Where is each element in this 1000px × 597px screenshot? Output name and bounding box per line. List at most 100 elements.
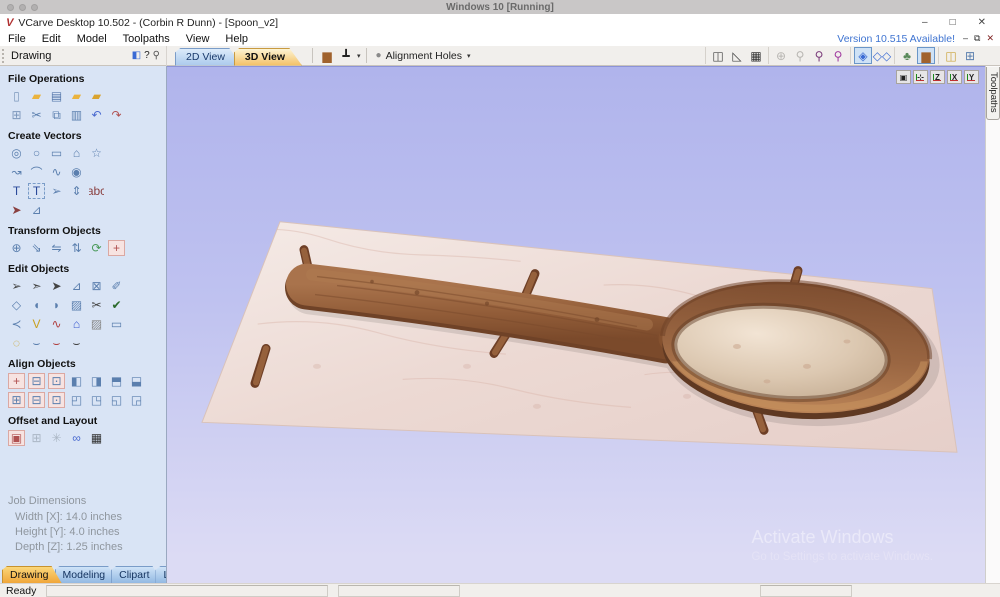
mdi-minimize-button[interactable]: –	[963, 33, 968, 44]
open-recent-icon[interactable]: ▰	[68, 88, 85, 104]
zoom-box-icon[interactable]: ⚲	[810, 47, 828, 64]
align-stack-v-icon[interactable]: ◱	[108, 392, 125, 408]
vector-boolean-icon[interactable]: ✂	[88, 297, 105, 313]
minimize-button[interactable]: –	[922, 17, 928, 28]
help-icon[interactable]: ?	[144, 49, 150, 63]
vm-zoom-button[interactable]	[31, 4, 38, 11]
spoon-3d-scene[interactable]	[167, 67, 985, 583]
draw-spiral-icon[interactable]: ◉	[68, 164, 85, 180]
align-left-icon[interactable]: ◧	[68, 373, 85, 389]
circular-copy-icon[interactable]: ✳	[48, 430, 65, 446]
measure-tool-icon[interactable]: ⊿	[68, 278, 85, 294]
dock-panel-icon[interactable]: ◧	[132, 49, 141, 63]
material-block-icon[interactable]: ▆	[917, 47, 935, 64]
maximize-button[interactable]: □	[950, 17, 956, 28]
menu-item[interactable]: File	[0, 33, 34, 45]
join-vectors-icon[interactable]: ◌	[8, 335, 25, 351]
draw-star-icon[interactable]: ☆	[88, 145, 105, 161]
draw-ellipse-icon[interactable]: ○	[28, 145, 45, 161]
sharp-corner-icon[interactable]: ≺	[8, 316, 25, 332]
draw-text-icon[interactable]: T	[8, 183, 25, 199]
join-smooth-icon[interactable]: ⌣	[48, 335, 65, 351]
set-size-icon[interactable]: ⇘	[28, 240, 45, 256]
sidebar-tab[interactable]: Modeling	[55, 566, 119, 583]
pan-view-icon[interactable]: ⊕	[772, 47, 790, 64]
multi-sheet-icon[interactable]: ◫	[942, 47, 960, 64]
draw-arc-icon[interactable]: ⌒	[28, 164, 45, 180]
copy-icon[interactable]: ⧉	[48, 107, 65, 123]
node-edit-tool-icon[interactable]: ➣	[28, 278, 45, 294]
join-move-icon[interactable]: ⌣	[28, 335, 45, 351]
toolpath-animate-icon[interactable]: ◈	[854, 47, 872, 64]
material-tree-icon[interactable]: ♣	[898, 47, 916, 64]
draw-curve-icon[interactable]: ∿	[48, 164, 65, 180]
view-tab[interactable]: 3D View	[234, 48, 302, 66]
vm-close-button[interactable]	[7, 4, 14, 11]
align-edge-left-icon[interactable]: ◰	[68, 392, 85, 408]
clamp-setup-icon[interactable]: ┻	[337, 47, 355, 64]
cut-icon[interactable]: ✂	[28, 107, 45, 123]
select-tool-icon[interactable]: ➢	[8, 278, 25, 294]
panel-grip[interactable]	[2, 49, 7, 63]
mdi-restore-button[interactable]: ⧉	[974, 33, 980, 44]
smooth-curve-icon[interactable]: ∿	[48, 316, 65, 332]
plate-layout-icon[interactable]: ▦	[88, 430, 105, 446]
job-setup-icon[interactable]: ⊞	[8, 107, 25, 123]
menu-item[interactable]: Help	[217, 33, 256, 45]
align-middle-v-icon[interactable]: ⊡	[48, 392, 65, 408]
version-update-link[interactable]: Version 10.515 Available!	[837, 33, 955, 45]
vcarve-node-icon[interactable]: V	[28, 316, 45, 332]
dimension-icon[interactable]: ⊿	[28, 202, 45, 218]
align-edge-right-icon[interactable]: ◳	[88, 392, 105, 408]
align-middle-h-icon[interactable]: ⊟	[28, 392, 45, 408]
draw-circle-icon[interactable]: ◎	[8, 145, 25, 161]
delete-tool-icon[interactable]: ⊠	[88, 278, 105, 294]
sidebar-tab[interactable]: Drawing	[2, 566, 62, 583]
draw-polyline-icon[interactable]: ↝	[8, 164, 25, 180]
trim-vectors-icon[interactable]: ◗	[48, 297, 65, 313]
clamp-dropdown-caret[interactable]: ▾	[357, 52, 361, 60]
mirror-v-icon[interactable]: ⇅	[68, 240, 85, 256]
new-file-icon[interactable]: ▯	[8, 88, 25, 104]
mdi-close-button[interactable]: ✕	[986, 33, 994, 44]
align-center-material-icon[interactable]: +	[8, 373, 25, 389]
snap-geometry-icon[interactable]: ◺	[728, 47, 746, 64]
zoom-extents-icon[interactable]: ⚲	[829, 47, 847, 64]
toolpaths-tab[interactable]: Toolpaths	[986, 67, 1000, 120]
vm-minimize-button[interactable]	[19, 4, 26, 11]
material-setup-icon[interactable]: ▆	[318, 47, 336, 64]
close-button[interactable]: ✕	[978, 17, 986, 28]
vm-window-buttons[interactable]	[7, 4, 38, 11]
move-tool-icon[interactable]: ⊕	[8, 240, 25, 256]
fit-3d-view-icon[interactable]: ▣	[896, 70, 911, 84]
window-layout-icon[interactable]: ⊞	[961, 47, 979, 64]
draw-rectangle-icon[interactable]: ▭	[48, 145, 65, 161]
offset-vectors-icon[interactable]: ▣	[8, 430, 25, 446]
weld-vectors-icon[interactable]: ◇	[8, 297, 25, 313]
open-file-icon[interactable]: ▰	[28, 88, 45, 104]
isometric-view-icon[interactable]: ⊹	[913, 70, 928, 84]
close-vector-icon[interactable]: ⌂	[68, 316, 85, 332]
subtract-vectors-icon[interactable]: ◖	[28, 297, 45, 313]
redo-icon[interactable]: ↷	[108, 107, 125, 123]
save-file-icon[interactable]: ▤	[48, 88, 65, 104]
nesting-icon[interactable]: ∞	[68, 430, 85, 446]
menu-item[interactable]: Model	[69, 33, 115, 45]
view-tab[interactable]: 2D View	[175, 48, 242, 66]
toolpath-solid-icon[interactable]: ◇◇	[873, 47, 891, 64]
view-along-y-icon[interactable]: Y	[964, 70, 979, 84]
draw-polygon-icon[interactable]: ⌂	[68, 145, 85, 161]
align-bottom-icon[interactable]: ⬓	[128, 373, 145, 389]
snap-nodes-icon[interactable]: ◫	[709, 47, 727, 64]
menu-item[interactable]: Toolpaths	[115, 33, 178, 45]
interactive-edit-icon[interactable]: ➤	[48, 278, 65, 294]
trace-bitmap-icon[interactable]: ▨	[88, 316, 105, 332]
sidebar-tab[interactable]: Layers	[155, 566, 167, 583]
array-copy-icon[interactable]: ⊞	[28, 430, 45, 446]
paste-icon[interactable]: ▥	[68, 107, 85, 123]
auto-layout-text-icon[interactable]: ➢	[48, 183, 65, 199]
view-down-z-icon[interactable]: Z	[930, 70, 945, 84]
import-file-icon[interactable]: ▰	[88, 88, 105, 104]
align-center-v-icon[interactable]: ⊡	[48, 373, 65, 389]
text-box-icon[interactable]: T	[28, 183, 45, 199]
